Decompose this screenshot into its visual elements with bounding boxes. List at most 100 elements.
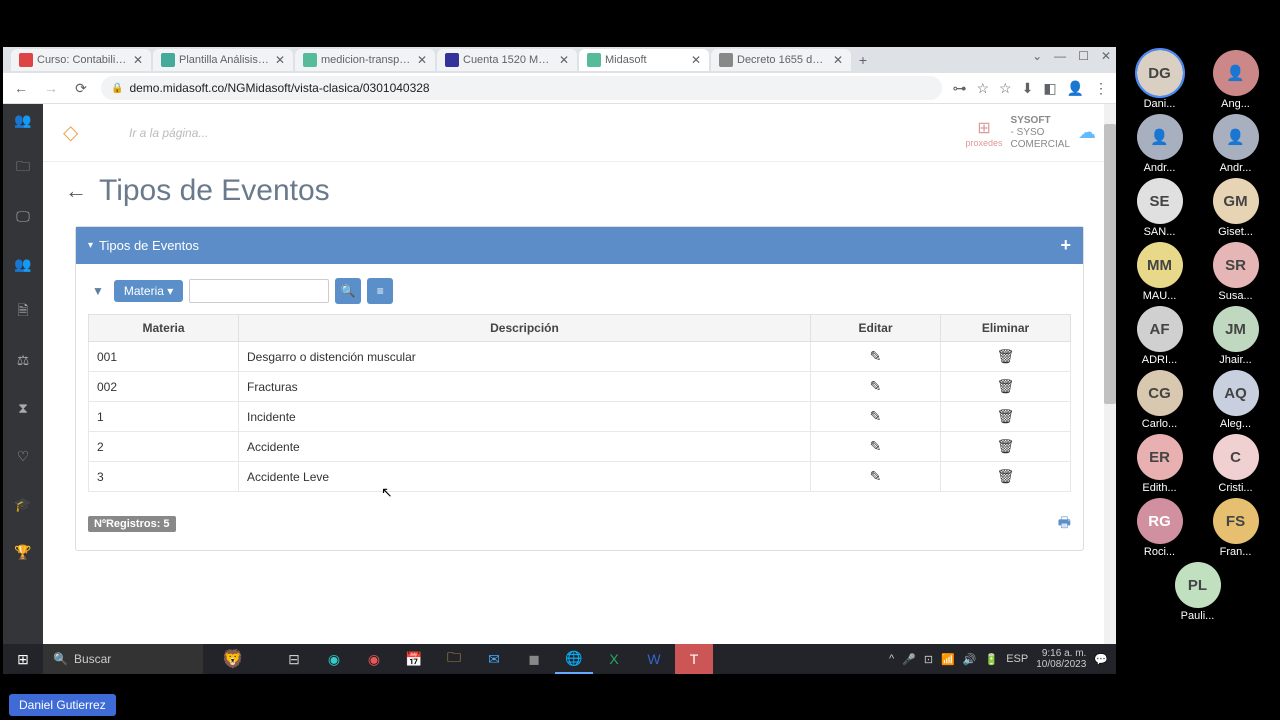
col-materia[interactable]: Materia [89,315,239,342]
translate-icon[interactable]: ☆ [976,80,989,97]
search-button[interactable]: 🔍 [335,278,361,304]
maximize-button[interactable]: ☐ [1078,49,1089,63]
participant-item[interactable]: AFADRI... [1124,306,1196,366]
participant-item[interactable]: GMGiset... [1200,178,1272,238]
scrollbar-thumb[interactable] [1104,124,1116,404]
content-scrollbar[interactable] [1104,104,1116,644]
delete-button[interactable]: 🗑 [997,378,1015,394]
participant-item[interactable]: MMMAU... [1124,242,1196,302]
edge-icon[interactable]: ◉ [315,644,353,674]
back-button[interactable]: ← [11,78,31,98]
sidebar-folder-icon[interactable]: 🗀 [13,158,33,178]
camera-icon[interactable]: ⊡ [924,653,933,666]
participant-item[interactable]: CCristi... [1200,434,1272,494]
task-view-icon[interactable]: ⊟ [275,644,313,674]
edit-button[interactable]: ✎ [870,348,882,364]
chevron-up-icon[interactable]: ^ [889,653,894,665]
sidebar-monitor-icon[interactable]: 🖵 [13,206,33,226]
filter-icon[interactable]: ▼ [88,284,108,298]
taskbar-search[interactable]: 🔍 Buscar [43,644,203,674]
menu-icon[interactable]: ⋮ [1094,80,1108,97]
wifi-icon[interactable]: 📶 [941,653,955,666]
notifications-icon[interactable]: 💬 [1094,653,1108,666]
goto-input[interactable]: Ir a la página... [129,126,208,140]
participant-item[interactable]: CGCarlo... [1124,370,1196,430]
chrome-icon[interactable]: 🌐 [555,644,593,674]
sidebar-hourglass-icon[interactable]: ⧗ [13,398,33,418]
panel-header[interactable]: ▾ Tipos de Eventos + [76,227,1083,264]
minimize-button[interactable]: — [1054,49,1066,63]
battery-icon[interactable]: 🔋 [985,653,999,666]
browser-tab[interactable]: Plantilla Análisis FODA✕ [153,49,293,71]
table-row[interactable]: 3Accidente Leve✎🗑 [89,462,1071,492]
materia-filter-button[interactable]: Materia ▾ [114,280,183,302]
participant-item[interactable]: 👤Andr... [1124,114,1196,174]
col-descripcion[interactable]: Descripción [239,315,811,342]
close-tab-icon[interactable]: ✕ [833,53,843,67]
edit-button[interactable]: ✎ [870,408,882,424]
close-tab-icon[interactable]: ✕ [691,53,701,67]
page-back-button[interactable]: ← [65,178,87,204]
browser-tab[interactable]: Cuenta 1520 Maquina✕ [437,49,577,71]
browser-tab[interactable]: Decreto 1655 de 2015✕ [711,49,851,71]
browser-tab[interactable]: Midasoft✕ [579,49,709,71]
sidebar-group-icon[interactable]: 👥 [13,254,33,274]
explorer-icon[interactable]: 🗀 [435,644,473,674]
print-button[interactable]: 🖶 [1058,512,1071,536]
forward-button[interactable]: → [41,78,61,98]
delete-button[interactable]: 🗑 [997,468,1015,484]
lion-widget-icon[interactable]: 🦁 [203,649,263,670]
delete-button[interactable]: 🗑 [997,408,1015,424]
participant-item[interactable]: 👤Andr... [1200,114,1272,174]
browser-tab[interactable]: Curso: Contabilidad G✕ [11,49,151,71]
sidebar-heart-icon[interactable]: ♡ [13,446,33,466]
participant-item[interactable]: PLPauli... [1162,562,1234,622]
add-button[interactable]: + [1060,235,1071,256]
delete-button[interactable]: 🗑 [997,348,1015,364]
app-3cx-icon[interactable]: ◼ [515,644,553,674]
calendar-icon[interactable]: 📅 [395,644,433,674]
sidebar-doc-icon[interactable]: 🗎 [13,302,33,322]
start-button[interactable]: ⊞ [3,651,43,668]
company-icon[interactable]: ☁ [1078,122,1096,143]
participant-item[interactable]: RGRoci... [1124,498,1196,558]
mic-icon[interactable]: 🎤 [902,653,916,666]
download-icon[interactable]: ⬇ [1022,80,1034,97]
new-tab-button[interactable]: + [853,52,873,68]
list-view-button[interactable]: ≡ [367,278,393,304]
table-row[interactable]: 002Fracturas✎🗑 [89,372,1071,402]
participant-item[interactable]: FSFran... [1200,498,1272,558]
mail-icon[interactable]: ✉ [475,644,513,674]
delete-button[interactable]: 🗑 [997,438,1015,454]
edit-button[interactable]: ✎ [870,378,882,394]
key-icon[interactable]: ⊶ [952,80,966,97]
search-input[interactable] [189,279,329,303]
sidebar-users-icon[interactable]: 👥 [13,110,33,130]
close-tab-icon[interactable]: ✕ [275,53,285,67]
word-icon[interactable]: W [635,644,673,674]
app-red-icon[interactable]: ◉ [355,644,393,674]
excel-icon[interactable]: X [595,644,633,674]
volume-icon[interactable]: 🔊 [963,653,977,666]
table-row[interactable]: 2Accidente✎🗑 [89,432,1071,462]
bookmark-icon[interactable]: ☆ [999,80,1012,97]
lang-indicator[interactable]: ESP [1006,653,1028,665]
browser-tab[interactable]: medicion-transparen✕ [295,49,435,71]
edit-button[interactable]: ✎ [870,468,882,484]
reload-button[interactable]: ⟳ [71,78,91,98]
close-tab-icon[interactable]: ✕ [559,53,569,67]
logo-icon[interactable]: ◇ [63,121,99,145]
panel-icon[interactable]: ◧ [1043,80,1056,97]
close-tab-icon[interactable]: ✕ [133,53,143,67]
edit-button[interactable]: ✎ [870,438,882,454]
tab-overflow-icon[interactable]: ⌄ [1032,49,1042,63]
address-bar[interactable]: 🔒 demo.midasoft.co/NGMidasoft/vista-clas… [101,76,942,100]
sidebar-trophy-icon[interactable]: 🏆 [13,542,33,562]
sidebar-grad-icon[interactable]: 🎓 [13,494,33,514]
sidebar-balance-icon[interactable]: ⚖ [13,350,33,370]
profile-icon[interactable]: 👤 [1067,80,1084,97]
table-row[interactable]: 001Desgarro o distención muscular✎🗑 [89,342,1071,372]
teams-icon[interactable]: T [675,644,713,674]
participant-item[interactable]: JMJhair... [1200,306,1272,366]
close-window-button[interactable]: ✕ [1101,49,1111,63]
